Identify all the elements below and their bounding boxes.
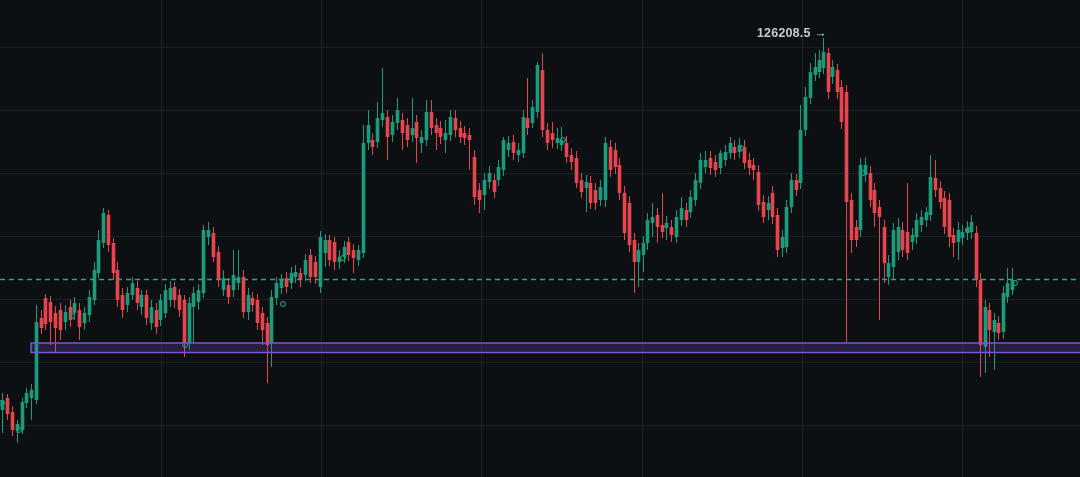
candles-layer [0, 38, 1015, 443]
chart-svg: 126208.5 → [0, 0, 1080, 477]
circle-markers [0, 137, 1018, 434]
grid-lines [0, 0, 1080, 477]
support-zone-band[interactable] [30, 342, 1080, 354]
candlestick-chart[interactable]: 126208.5 → [0, 0, 1080, 477]
high-price-label: 126208.5 → [757, 26, 827, 40]
